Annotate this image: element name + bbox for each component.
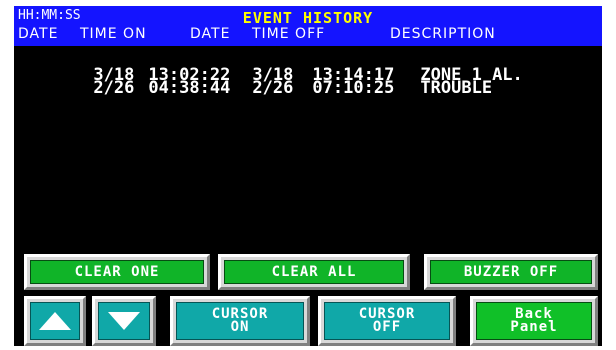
back-panel-label: Back Panel	[476, 302, 592, 340]
buzzer-off-label: BUZZER OFF	[430, 260, 592, 284]
buzzer-off-button[interactable]: BUZZER OFF	[424, 254, 598, 290]
column-header-description: DESCRIPTION	[390, 26, 496, 42]
event-history-screen: HH:MM:SS EVENT HISTORY DATE TIME ON DATE…	[14, 6, 602, 346]
scroll-down-button[interactable]	[92, 296, 156, 346]
column-header-date-on: DATE	[18, 26, 59, 42]
clear-all-button[interactable]: CLEAR ALL	[218, 254, 410, 290]
scroll-up-face	[30, 302, 80, 340]
event-row[interactable]: 3/18 13:02:22 3/18 13:14:17 ZONE 1 AL.	[32, 56, 597, 84]
down-arrow-icon	[108, 312, 140, 330]
cursor-off-button[interactable]: CURSOR OFF	[318, 296, 456, 346]
event-date-on: 2/26	[93, 78, 135, 98]
up-arrow-icon	[39, 312, 71, 330]
back-panel-line2: Panel	[510, 319, 558, 335]
event-description: TROUBLE	[420, 78, 493, 98]
back-panel-button[interactable]: Back Panel	[470, 296, 598, 346]
column-header-time-on: TIME ON	[80, 26, 147, 42]
column-header-date-off: DATE	[190, 26, 231, 42]
header-bar: HH:MM:SS EVENT HISTORY DATE TIME ON DATE…	[14, 6, 602, 46]
clear-one-button[interactable]: CLEAR ONE	[24, 254, 210, 290]
cursor-off-label: CURSOR OFF	[324, 302, 450, 340]
event-date-off: 2/26	[252, 78, 294, 98]
cursor-off-line2: OFF	[372, 319, 402, 335]
scroll-up-button[interactable]	[24, 296, 86, 346]
clear-one-label: CLEAR ONE	[30, 260, 204, 284]
event-time-off: 07:10:25	[312, 78, 395, 98]
cursor-on-line2: ON	[230, 319, 250, 335]
cursor-on-label: CURSOR ON	[176, 302, 304, 340]
column-header-time-off: TIME OFF	[252, 26, 326, 42]
event-time-on: 04:38:44	[148, 78, 231, 98]
cursor-on-button[interactable]: CURSOR ON	[170, 296, 310, 346]
scroll-down-face	[98, 302, 150, 340]
clear-all-label: CLEAR ALL	[224, 260, 404, 284]
page-title: EVENT HISTORY	[242, 9, 374, 27]
event-list[interactable]: 3/18 13:02:22 3/18 13:14:17 ZONE 1 AL. 2/26 0…	[32, 56, 597, 97]
